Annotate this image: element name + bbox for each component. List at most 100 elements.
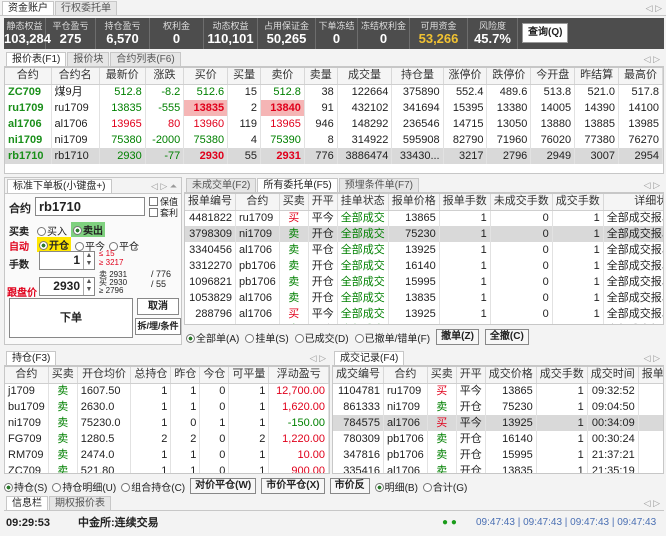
- column-header[interactable]: 详细状态: [603, 194, 663, 211]
- column-header[interactable]: 今仓: [199, 367, 230, 384]
- trade-filter-summary[interactable]: 合计(G): [422, 479, 467, 494]
- close-at-counter-price-button[interactable]: 对价平仓(W): [190, 478, 257, 494]
- column-header[interactable]: 买卖: [279, 194, 309, 211]
- tab-fund-account[interactable]: 资金账户: [2, 1, 54, 15]
- column-header[interactable]: 浮动盈亏: [268, 367, 329, 384]
- trade-row[interactable]: 347816pb1706卖开仓15995121:37:21109.: [333, 447, 663, 463]
- order-row[interactable]: 1053829al1706卖开仓全部成交13835101全部成交报单已提交: [185, 290, 663, 306]
- filter-filled[interactable]: 已成交(D): [294, 330, 349, 345]
- tab-quote-block[interactable]: 报价块: [67, 52, 110, 66]
- hedge-checkbox[interactable]: 保值: [149, 197, 178, 207]
- column-header[interactable]: 挂单状态: [337, 194, 389, 211]
- column-header[interactable]: 开仓均价: [77, 367, 132, 384]
- column-header[interactable]: 开平: [456, 367, 486, 384]
- order-row[interactable]: 75946ru1709卖开仓全部成交14030101全部成交报单已提交: [185, 322, 663, 324]
- trade-row[interactable]: 861333ni1709卖开仓75230109:04:50379.: [333, 399, 663, 415]
- column-header[interactable]: 最新价: [99, 68, 146, 85]
- column-header[interactable]: 昨结算: [574, 68, 619, 85]
- quote-row[interactable]: ru1709 ru1709 13835 -555 13835 2 13840 91 432102…: [5, 100, 663, 116]
- column-header[interactable]: 卖量: [304, 68, 338, 85]
- column-header[interactable]: 最高价: [618, 68, 663, 85]
- filter-all-orders[interactable]: 全部单(A): [186, 330, 239, 345]
- tab-positions[interactable]: 持仓(F3): [6, 351, 57, 365]
- column-header[interactable]: 成交时间: [587, 367, 639, 384]
- column-header[interactable]: 合约: [383, 367, 428, 384]
- pos-filter-detail[interactable]: 持仓明细(U): [52, 479, 116, 494]
- auto-label[interactable]: 自动: [9, 238, 29, 253]
- trade-row[interactable]: 335416al1706卖开仓13835121:35:19105.: [333, 463, 663, 473]
- trade-row[interactable]: 780309pb1706卖开仓16140100:30:24331.: [333, 431, 663, 447]
- column-header[interactable]: 报单编号: [185, 194, 236, 211]
- pos-filter-combo[interactable]: 组合持仓(C): [121, 479, 185, 494]
- column-header[interactable]: 昨仓: [170, 367, 201, 384]
- tab-scroll-arrows-icon[interactable]: ◁ ▷: [646, 1, 666, 15]
- trade-row[interactable]: 1104781ru1709买平今13865109:32:52448.: [333, 383, 663, 399]
- column-header[interactable]: 成交手数: [552, 194, 604, 211]
- order-row[interactable]: 1096821pb1706卖开仓全部成交15995101全部成交报单已提交: [185, 274, 663, 290]
- column-header[interactable]: 成交编号: [333, 367, 384, 384]
- buy-radio[interactable]: 买入: [37, 223, 67, 238]
- sell-radio[interactable]: 卖出: [71, 222, 105, 237]
- tab-standard-order[interactable]: 标准下单板(小键盘+): [7, 179, 112, 193]
- quote-row[interactable]: ni1709 ni1709 75380 -2000 75380 4 75390 8 314922…: [5, 132, 663, 148]
- column-header[interactable]: 成交手数: [536, 367, 588, 384]
- column-header[interactable]: 可平量: [228, 367, 270, 384]
- column-header[interactable]: 买卖: [427, 367, 457, 384]
- column-header[interactable]: 持仓量: [391, 68, 444, 85]
- price-label[interactable]: 跟盘价: [7, 284, 37, 299]
- column-header[interactable]: 买价: [183, 68, 229, 85]
- trade-filter-detail[interactable]: 明细(B): [374, 479, 418, 494]
- quote-row[interactable]: rb1710 rb1710 2930 -77 2930 55 2931 776 3886474 3…: [5, 148, 663, 164]
- tab-info-bar[interactable]: 信息栏: [6, 496, 48, 510]
- position-row[interactable]: ni1709 卖 75230.0 1 0 1 1 -150.00: [5, 415, 329, 431]
- order-tab-arrows-icon[interactable]: ◁ ▷ ⏶: [151, 179, 181, 193]
- position-row[interactable]: ZC709 卖 521.80 1 1 0 1 900.00: [5, 463, 329, 473]
- positions-tab-arrows-icon[interactable]: ◁ ▷: [310, 351, 330, 365]
- filter-cancelled[interactable]: 已撤单/错单(F): [354, 330, 430, 345]
- order-row[interactable]: 3798309ni1709卖开仓全部成交75230101全部成交报单已提交: [185, 226, 663, 242]
- order-row[interactable]: 3312270pb1706卖开仓全部成交16140101全部成交报单已提交: [185, 258, 663, 274]
- column-header[interactable]: 总持仓: [130, 367, 172, 384]
- column-header[interactable]: 合约: [5, 68, 52, 85]
- trade-row[interactable]: 784575al1706买平今13925100:34:09334.: [333, 415, 663, 431]
- position-row[interactable]: j1709 卖 1607.50 1 1 0 1 12,700.00: [5, 383, 329, 399]
- price-spinner-icon[interactable]: ▲ ▼: [83, 278, 94, 295]
- place-order-button[interactable]: 下单: [9, 298, 133, 338]
- cancel-input-button[interactable]: 取消: [137, 298, 179, 315]
- order-row[interactable]: 4481822ru1709买平今全部成交13865101全部成交报单已提交: [185, 210, 663, 226]
- order-row[interactable]: 288796al1706买平今全部成交13925101全部成交报单已提交: [185, 306, 663, 322]
- tab-contract-list[interactable]: 合约列表(F6): [110, 52, 181, 66]
- pos-filter-positions[interactable]: 持仓(S): [4, 479, 47, 494]
- column-header[interactable]: 报单手数: [439, 194, 491, 211]
- position-row[interactable]: RM709 卖 2474.0 1 1 0 1 10.00: [5, 447, 329, 463]
- column-header[interactable]: 成交价格: [485, 367, 537, 384]
- bottom-tab-arrows-icon[interactable]: ◁ ▷: [644, 496, 664, 510]
- tab-quote-table[interactable]: 报价表(F1): [6, 52, 67, 66]
- column-header[interactable]: 报单编号: [638, 367, 663, 384]
- query-button[interactable]: 查询(Q): [522, 23, 569, 43]
- column-header[interactable]: 成交量: [337, 68, 393, 85]
- order-row[interactable]: 3340456al1706卖平仓全部成交13925101全部成交报单已提交: [185, 242, 663, 258]
- market-reverse-button[interactable]: 市价反: [329, 478, 370, 494]
- position-row[interactable]: FG709 卖 1280.5 2 2 0 2 1,220.00: [5, 431, 329, 447]
- position-row[interactable]: bu1709 卖 2630.0 1 1 0 1 1,620.00: [5, 399, 329, 415]
- column-header[interactable]: 涨停价: [443, 68, 488, 85]
- trades-tab-arrows-icon[interactable]: ◁ ▷: [644, 351, 664, 365]
- column-header[interactable]: 未成交手数: [490, 194, 553, 211]
- conditional-order-button[interactable]: 拆/埋/条件: [135, 318, 181, 335]
- column-header[interactable]: 买量: [227, 68, 262, 85]
- open-radio[interactable]: 开仓: [37, 237, 71, 252]
- quote-tab-arrows-icon[interactable]: ◁ ▷: [644, 52, 664, 66]
- arbitrage-checkbox[interactable]: 套利: [149, 208, 178, 218]
- column-header[interactable]: 跌停价: [486, 68, 532, 85]
- column-header[interactable]: 报单价格: [388, 194, 440, 211]
- tab-preset-orders[interactable]: 预埋条件单(F7): [338, 178, 420, 192]
- column-header[interactable]: 合约名: [51, 68, 100, 85]
- cancel-all-button[interactable]: 全撤(C): [484, 329, 529, 345]
- quote-row[interactable]: al1706 al1706 13965 80 13960 119 13965 946 14829…: [5, 116, 663, 132]
- column-header[interactable]: 合约: [5, 367, 49, 384]
- column-header[interactable]: 合约: [235, 194, 280, 211]
- column-header[interactable]: 买卖: [48, 367, 78, 384]
- column-header[interactable]: 卖价: [260, 68, 305, 85]
- tab-option-quotes[interactable]: 期权报价表: [49, 496, 111, 510]
